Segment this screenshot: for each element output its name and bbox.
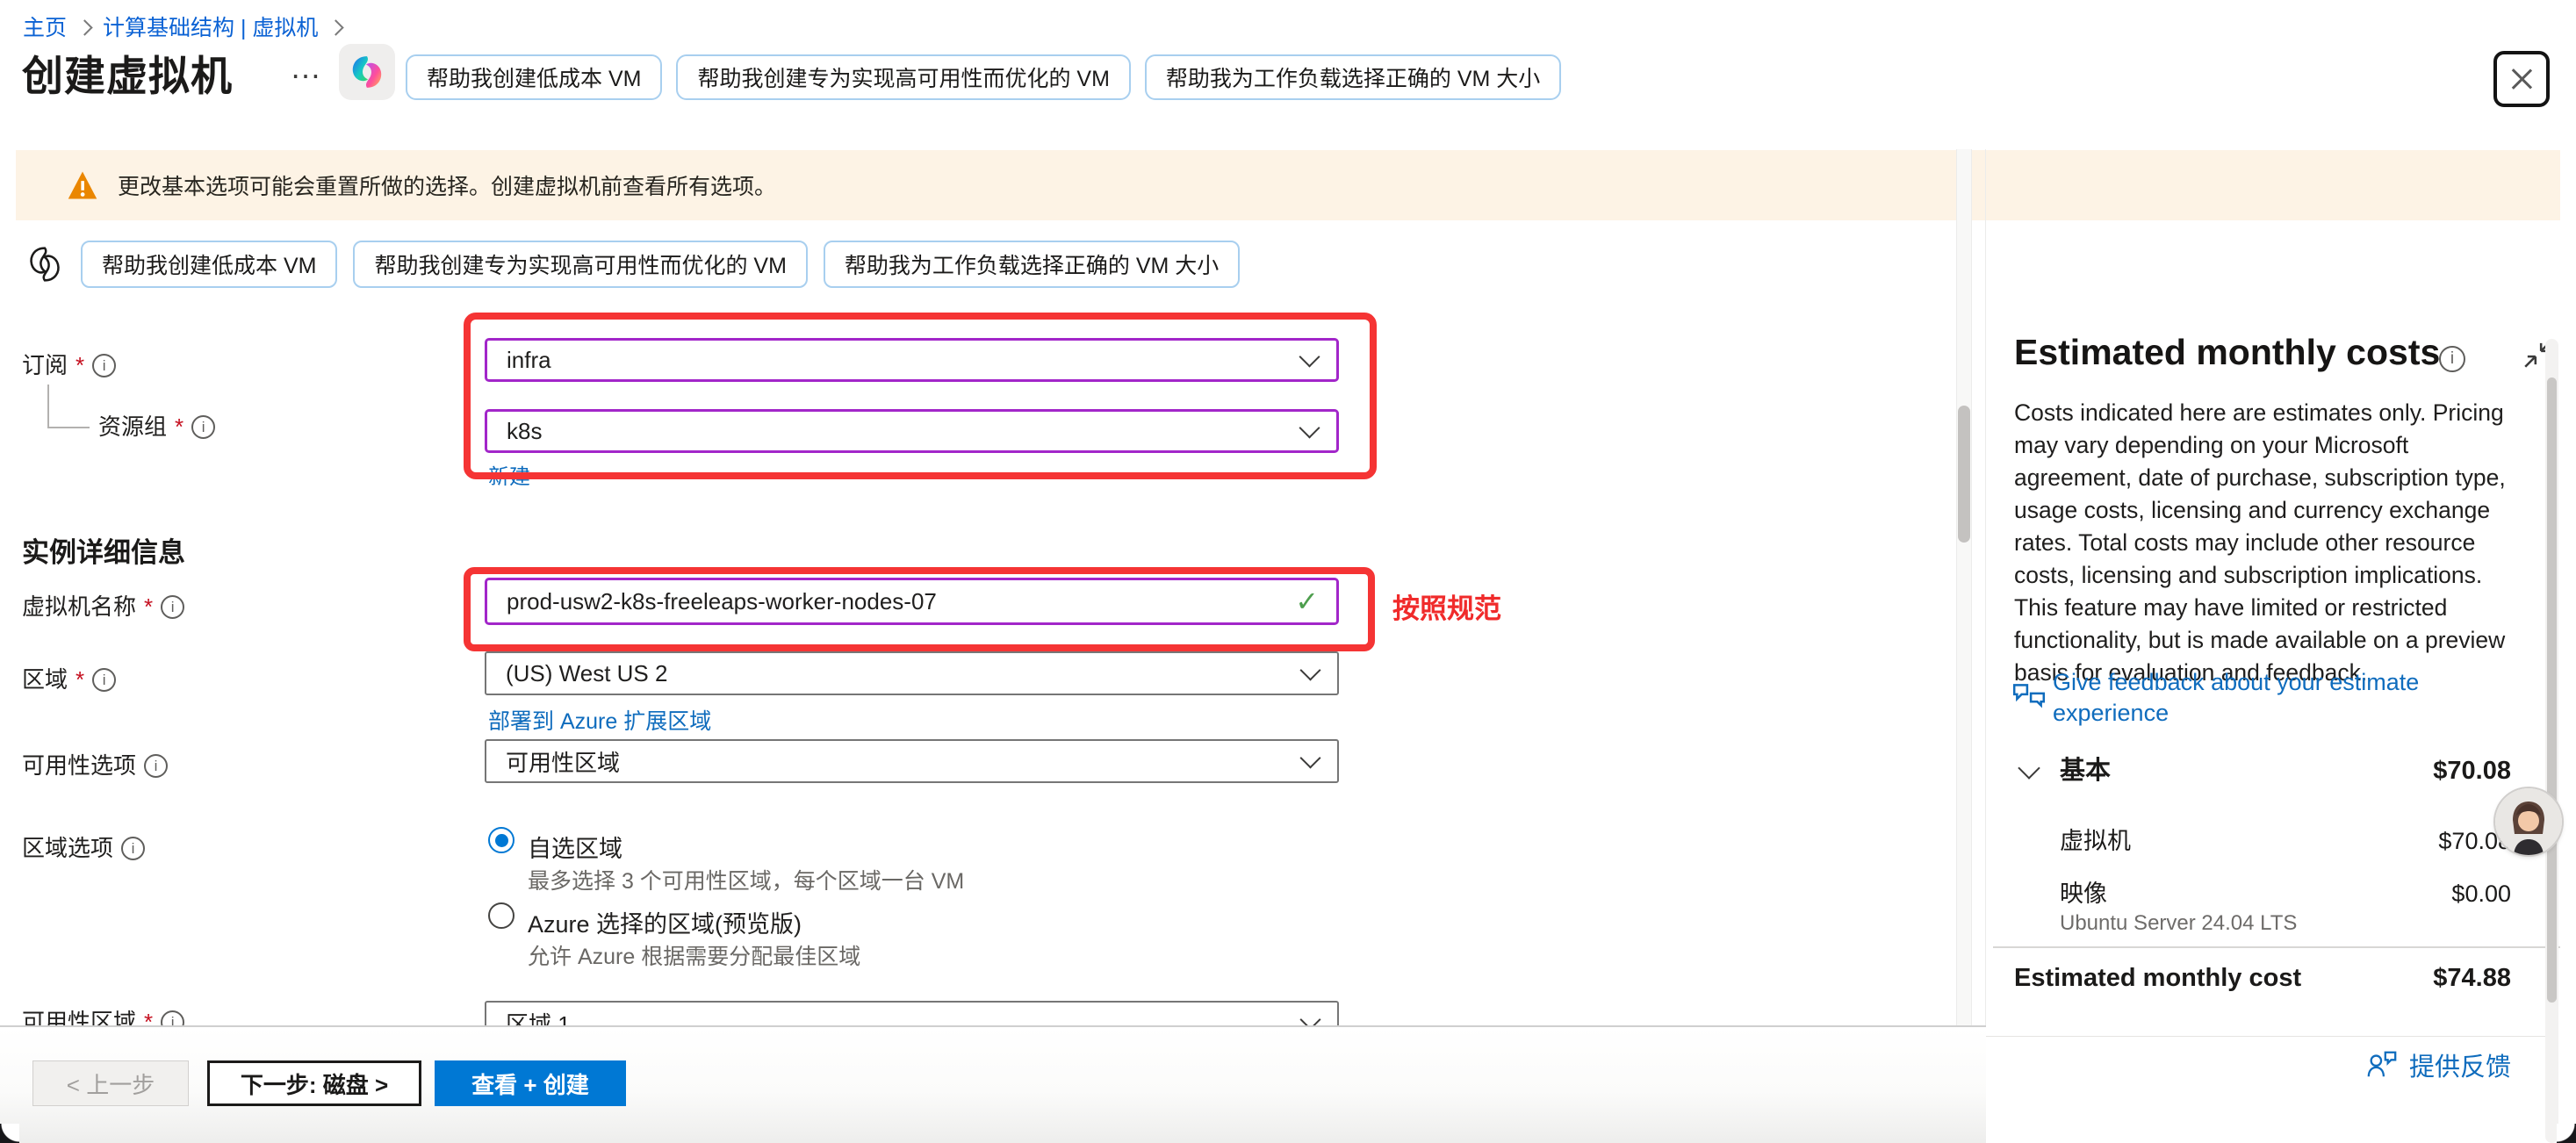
radio-self-selected-zones[interactable] (488, 827, 514, 853)
wizard-footer: < 上一步 下一步: 磁盘 > 查看 + 创建 (0, 1025, 1986, 1143)
suggestion-low-cost-vm-button[interactable]: 帮助我创建低成本 VM (406, 54, 662, 100)
tree-connector (47, 427, 90, 428)
chevron-down-icon (1299, 417, 1320, 438)
info-icon[interactable] (144, 754, 168, 778)
cost-item-amount: $0.00 (2451, 881, 2511, 908)
info-icon[interactable] (92, 354, 116, 377)
main-scrollbar-track[interactable] (1956, 149, 1972, 1143)
cost-panel-title: Estimated monthly costs (2014, 332, 2440, 373)
window-corner (2557, 1124, 2576, 1143)
radio-azure-selected-zones[interactable] (488, 902, 514, 929)
region-select[interactable]: (US) West US 2 (485, 651, 1339, 695)
divider (1986, 1036, 2558, 1037)
previous-step-button[interactable]: < 上一步 (32, 1060, 189, 1106)
availability-options-label: 可用性选项 (22, 753, 168, 780)
copilot-outline-icon[interactable] (25, 244, 65, 284)
page-feedback-label: 提供反馈 (2409, 1046, 2511, 1083)
resource-group-label: 资源组* (98, 414, 215, 441)
copilot-logo-icon (349, 54, 385, 90)
suggestion-low-cost-vm-button[interactable]: 帮助我创建低成本 VM (81, 241, 337, 288)
cost-disclaimer-text: Costs indicated here are estimates only.… (2014, 397, 2530, 689)
info-icon[interactable] (161, 595, 184, 619)
breadcrumb-vm-link[interactable]: 计算基础结构 | 虚拟机 (103, 11, 318, 42)
feedback-bubbles-icon (2011, 678, 2047, 715)
region-label: 区域* (22, 667, 116, 694)
review-create-button[interactable]: 查看 + 创建 (435, 1060, 626, 1106)
cost-group-amount: $70.08 (2433, 757, 2511, 786)
vm-name-field: ✓ (485, 578, 1339, 625)
create-new-resource-group-link[interactable]: 新建 (488, 459, 530, 490)
header-copilot-suggestions: 帮助我创建低成本 VM 帮助我创建专为实现高可用性而优化的 VM 帮助我为工作负… (406, 54, 1561, 100)
window-corner (0, 1124, 19, 1143)
cost-item-sublabel: Ubuntu Server 24.04 LTS (2060, 911, 2297, 936)
cost-item-row: 映像 $0.00 (2014, 874, 2511, 909)
panel-scrollbar-thumb[interactable] (2547, 377, 2557, 1003)
chevron-right-icon (328, 19, 344, 35)
suggestion-right-size-button[interactable]: 帮助我为工作负载选择正确的 VM 大小 (824, 241, 1240, 288)
chevron-down-icon (1299, 747, 1320, 768)
resource-group-select[interactable]: k8s (485, 409, 1339, 453)
next-step-disks-button[interactable]: 下一步: 磁盘 > (207, 1060, 421, 1106)
suggestion-high-availability-button[interactable]: 帮助我创建专为实现高可用性而优化的 VM (676, 54, 1130, 100)
feedback-person-icon (2365, 1048, 2399, 1082)
chevron-down-icon (1299, 346, 1320, 367)
suggestion-right-size-button[interactable]: 帮助我为工作负载选择正确的 VM 大小 (1145, 54, 1561, 100)
page-feedback-button[interactable]: 提供反馈 (2365, 1046, 2511, 1083)
main-scrollbar-thumb[interactable] (1958, 406, 1970, 543)
info-icon[interactable] (92, 668, 116, 692)
info-icon[interactable] (191, 415, 215, 439)
panel-divider (1985, 149, 1986, 1143)
info-icon[interactable] (121, 837, 145, 860)
estimate-feedback-link[interactable]: Give feedback about your estimate experi… (2053, 667, 2531, 729)
create-vm-page: 主页 计算基础结构 | 虚拟机 创建虚拟机 … 帮助我创建低成本 (0, 0, 2576, 1143)
cost-total-amount: $74.88 (2433, 964, 2511, 993)
vm-name-input[interactable] (505, 587, 1286, 616)
warning-icon (67, 170, 98, 200)
subscription-select[interactable]: infra (485, 338, 1339, 382)
availability-options-select[interactable]: 可用性区域 (485, 739, 1339, 783)
deploy-extended-zones-link[interactable]: 部署到 Azure 扩展区域 (488, 704, 711, 736)
more-options-button[interactable]: … (290, 49, 324, 86)
assistant-avatar[interactable] (2495, 788, 2562, 855)
radio-azure-selected-zones-label[interactable]: Azure 选择的区域(预览版) (528, 905, 802, 939)
cost-group-row[interactable]: 基本 $70.08 (2014, 750, 2511, 787)
radio-self-selected-zones-label[interactable]: 自选区域 (528, 830, 622, 864)
cost-item-label: 映像 (2014, 874, 2107, 909)
divider (1993, 946, 2560, 948)
warning-text: 更改基本选项可能会重置所做的选择。创建虚拟机前查看所有选项。 (118, 169, 776, 201)
annotation-text: 按照规范 (1392, 586, 1501, 626)
valid-check-icon: ✓ (1295, 585, 1319, 618)
close-button[interactable] (2493, 51, 2550, 107)
copilot-suggestion-row: 帮助我创建低成本 VM 帮助我创建专为实现高可用性而优化的 VM 帮助我为工作负… (25, 241, 1240, 288)
radio-self-selected-zones-desc: 最多选择 3 个可用性区域，每个区域一台 VM (528, 864, 964, 895)
suggestion-high-availability-button[interactable]: 帮助我创建专为实现高可用性而优化的 VM (353, 241, 807, 288)
vm-name-label: 虚拟机名称* (22, 594, 184, 621)
warning-banner: 更改基本选项可能会重置所做的选择。创建虚拟机前查看所有选项。 (16, 150, 2560, 220)
instance-details-section-title: 实例详细信息 (22, 530, 185, 570)
page-title: 创建虚拟机 (22, 42, 233, 103)
tree-connector (47, 385, 49, 427)
chevron-right-icon (76, 19, 92, 35)
info-icon[interactable] (2439, 346, 2465, 372)
cost-group-label: 基本 (2014, 750, 2111, 787)
cost-item-row: 虚拟机 $70.08 (2014, 822, 2511, 856)
breadcrumb-home-link[interactable]: 主页 (23, 11, 67, 42)
radio-azure-selected-zones-desc: 允许 Azure 根据需要分配最佳区域 (528, 939, 860, 971)
breadcrumb: 主页 计算基础结构 | 虚拟机 (23, 11, 342, 42)
subscription-label: 订阅* (22, 353, 116, 379)
chevron-down-icon (1299, 659, 1320, 680)
zone-options-label: 区域选项 (22, 836, 145, 862)
cost-total-row: Estimated monthly cost $74.88 (2014, 964, 2511, 993)
cost-item-label: 虚拟机 (2014, 822, 2131, 856)
cost-total-label: Estimated monthly cost (2014, 964, 2301, 993)
copilot-button[interactable] (339, 44, 395, 100)
close-icon (2508, 66, 2535, 92)
